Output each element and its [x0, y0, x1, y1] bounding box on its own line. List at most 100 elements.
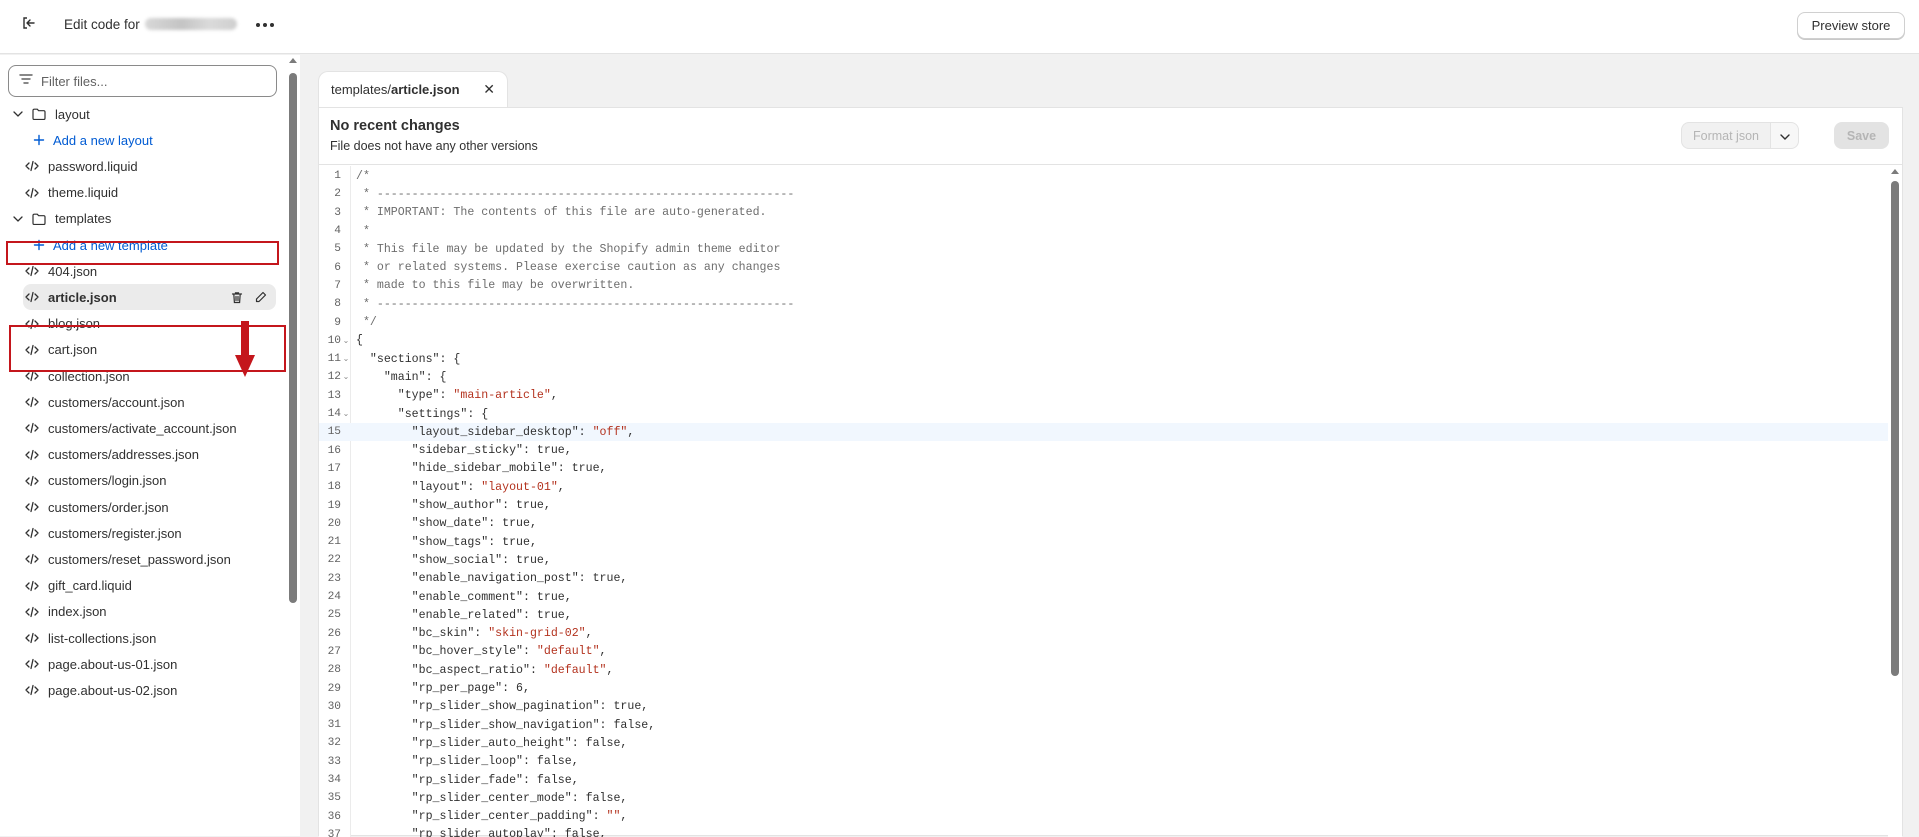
code-line[interactable]: 11 ⌄ "sections": {	[319, 350, 1889, 368]
line-text: "rp_slider_center_mode": false,	[411, 791, 628, 805]
code-line[interactable]: 9 */	[319, 313, 1889, 331]
code-line[interactable]: 17 "hide_sidebar_mobile": true,	[319, 460, 1889, 478]
code-file-icon	[24, 578, 40, 594]
more-actions-button[interactable]	[253, 13, 277, 37]
code-line[interactable]: 5 * This file may be updated by the Shop…	[319, 240, 1889, 258]
filter-files-input[interactable]	[41, 73, 261, 89]
folder-templates[interactable]: templates	[10, 206, 111, 232]
file-item-active[interactable]: article.json	[23, 284, 276, 311]
fold-chevron-icon[interactable]: ⌄	[341, 372, 351, 382]
fold-chevron-icon[interactable]: ⌄	[341, 354, 351, 364]
code-line[interactable]: 27 "bc_hover_style": "default",	[319, 643, 1889, 661]
code-line[interactable]: 20 "show_date": true,	[319, 515, 1889, 533]
sidebar-scrollbar-thumb[interactable]	[289, 73, 297, 603]
code-line[interactable]: 1 /*	[319, 167, 1889, 185]
code-line[interactable]: 37 "rp_slider_autoplay": false,	[319, 826, 1889, 837]
line-text: "type": "main-article",	[397, 389, 558, 403]
file-item[interactable]: theme.liquid	[24, 180, 118, 206]
trash-icon[interactable]	[228, 288, 246, 306]
down-arrow-annotation	[235, 321, 255, 377]
code-scrollbar[interactable]	[1888, 166, 1902, 837]
line-number: 4	[334, 225, 341, 238]
file-item[interactable]: customers/addresses.json	[24, 442, 199, 468]
code-line[interactable]: 19 "show_author": true,	[319, 496, 1889, 514]
file-item[interactable]: page.about-us-02.json	[24, 677, 177, 703]
file-item[interactable]: index.json	[24, 599, 107, 625]
code-line[interactable]: 18 "layout": "layout-01",	[319, 478, 1889, 496]
code-line[interactable]: 28 "bc_aspect_ratio": "default",	[319, 661, 1889, 679]
file-item[interactable]: customers/account.json	[24, 389, 185, 415]
line-text: */	[356, 316, 377, 330]
code-line[interactable]: 36 "rp_slider_center_padding": "",	[319, 808, 1889, 826]
code-line[interactable]: 14 ⌄ "settings": {	[319, 405, 1889, 423]
code-line[interactable]: 6 * or related systems. Please exercise …	[319, 259, 1889, 277]
filter-files-field[interactable]	[8, 65, 277, 97]
code-file-icon	[24, 185, 40, 201]
code-scrollbar-thumb[interactable]	[1891, 181, 1899, 676]
file-item[interactable]: customers/order.json	[24, 494, 169, 520]
preview-store-button[interactable]: Preview store	[1797, 12, 1905, 39]
file-item[interactable]: customers/reset_password.json	[24, 546, 231, 572]
add-template-link[interactable]: Add a new template	[31, 232, 168, 258]
code-line[interactable]: 29 "rp_per_page": 6,	[319, 679, 1889, 697]
fold-chevron-icon[interactable]: ⌄	[341, 336, 351, 346]
code-line[interactable]: 25 "enable_related": true,	[319, 606, 1889, 624]
folder-layout[interactable]: layout	[10, 101, 90, 127]
code-file-icon	[24, 656, 40, 672]
code-line[interactable]: 24 "enable_comment": true,	[319, 588, 1889, 606]
file-item[interactable]: cart.json	[24, 337, 97, 363]
add-layout-link[interactable]: Add a new layout	[31, 127, 153, 153]
code-line[interactable]: 35 "rp_slider_center_mode": false,	[319, 789, 1889, 807]
code-line[interactable]: 4 *	[319, 222, 1889, 240]
code-line[interactable]: 13 "type": "main-article",	[319, 387, 1889, 405]
file-item[interactable]: password.liquid	[24, 153, 138, 179]
chevron-down-icon[interactable]	[10, 211, 26, 227]
file-item[interactable]: customers/register.json	[24, 520, 182, 546]
code-line[interactable]: 26 "bc_skin": "skin-grid-02",	[319, 625, 1889, 643]
code-line[interactable]: 21 "show_tags": true,	[319, 533, 1889, 551]
code-line[interactable]: 2 * ------------------------------------…	[319, 185, 1889, 203]
close-icon[interactable]: ✕	[483, 81, 495, 98]
format-json-button[interactable]: Format json	[1681, 122, 1771, 149]
code-line[interactable]: 10 ⌄ {	[319, 332, 1889, 350]
file-item[interactable]: customers/login.json	[24, 468, 167, 494]
code-line[interactable]: 34 "rp_slider_fade": false,	[319, 771, 1889, 789]
chevron-down-icon[interactable]	[10, 106, 26, 122]
file-label: gift_card.liquid	[48, 578, 132, 594]
format-options-button[interactable]	[1771, 122, 1799, 149]
code-line[interactable]: 23 "enable_navigation_post": true,	[319, 570, 1889, 588]
file-item[interactable]: collection.json	[24, 363, 130, 389]
file-label: password.liquid	[48, 158, 138, 174]
fold-chevron-icon[interactable]: ⌄	[341, 409, 351, 419]
code-line[interactable]: 22 "show_social": true,	[319, 551, 1889, 569]
line-text: * or related systems. Please exercise ca…	[356, 261, 781, 275]
code-area[interactable]: 1 /* 2 * ---------------------------------…	[319, 166, 1902, 837]
file-label: blog.json	[48, 316, 101, 332]
folder-label: templates	[55, 211, 112, 227]
code-file-icon	[24, 158, 40, 174]
code-line[interactable]: 7 * made to this file may be overwritten…	[319, 277, 1889, 295]
file-item[interactable]: customers/activate_account.json	[24, 415, 237, 441]
file-item[interactable]: list-collections.json	[24, 625, 156, 651]
file-item[interactable]: page.about-us-01.json	[24, 651, 177, 677]
file-item[interactable]: blog.json	[24, 311, 100, 337]
file-item[interactable]: 404.json	[24, 258, 97, 284]
pencil-icon[interactable]	[252, 288, 270, 306]
file-item[interactable]: gift_card.liquid	[24, 573, 132, 599]
code-line[interactable]: 30 "rp_slider_show_pagination": true,	[319, 698, 1889, 716]
code-line[interactable]: 33 "rp_slider_loop": false,	[319, 753, 1889, 771]
sidebar-scrollbar[interactable]	[286, 55, 300, 836]
code-line[interactable]: 3 * IMPORTANT: The contents of this file…	[319, 204, 1889, 222]
file-sidebar: layout Add a new layout password.liquid …	[0, 55, 300, 836]
code-line[interactable]: 8 * ------------------------------------…	[319, 295, 1889, 313]
code-line[interactable]: 32 "rp_slider_auto_height": false,	[319, 734, 1889, 752]
code-line[interactable]: 31 "rp_slider_show_navigation": false,	[319, 716, 1889, 734]
tab-article-json[interactable]: templates/article.json ✕	[318, 71, 508, 107]
code-line[interactable]: 12 ⌄ "main": {	[319, 368, 1889, 386]
code-line[interactable]: 15 "layout_sidebar_desktop": "off",	[319, 423, 1889, 442]
exit-button[interactable]	[15, 12, 43, 38]
save-button[interactable]: Save	[1834, 122, 1889, 149]
format-json-group: Format json	[1681, 122, 1799, 149]
code-line[interactable]: 16 "sidebar_sticky": true,	[319, 442, 1889, 460]
line-number: 18	[327, 481, 341, 494]
